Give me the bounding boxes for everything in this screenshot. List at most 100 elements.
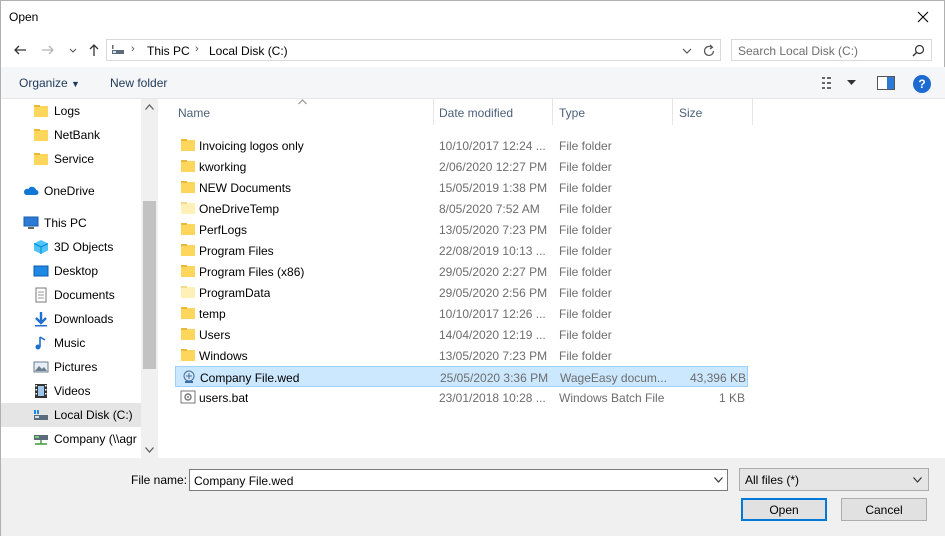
file-row[interactable]: NEW Documents 15/05/2019 1:38 PM File fold… <box>175 177 748 198</box>
nav-item-company-network-drive[interactable]: Company (\\agr <box>1 427 141 451</box>
column-header-name[interactable]: Name <box>178 99 210 125</box>
file-size: 1 KB <box>718 391 745 405</box>
file-row[interactable]: Windows 13/05/2020 7:23 PM File folder <box>175 345 748 366</box>
scroll-down-icon[interactable] <box>145 447 154 453</box>
new-folder-button[interactable]: New folder <box>110 76 167 90</box>
file-row[interactable]: kworking 2/06/2020 12:27 PM File folder <box>175 156 748 177</box>
file-type: File folder <box>559 160 612 174</box>
nav-item-netbank[interactable]: NetBank <box>1 123 141 147</box>
nav-item-3d-objects[interactable]: 3D Objects <box>1 235 141 259</box>
file-date-modified: 10/10/2017 12:26 ... <box>439 307 546 321</box>
back-arrow-icon <box>14 45 26 55</box>
nav-item-music[interactable]: Music <box>1 331 141 355</box>
chevron-down-icon <box>913 477 922 483</box>
chevron-down-icon: ▼ <box>71 79 80 89</box>
chevron-down-icon[interactable] <box>714 477 723 483</box>
column-divider[interactable] <box>433 99 434 125</box>
file-row[interactable]: users.bat 23/01/2018 10:28 ... Windows Bat… <box>175 387 748 408</box>
nav-item-local-disk[interactable]: Local Disk (C:) <box>1 403 141 427</box>
organize-label: Organize <box>19 76 68 90</box>
sort-ascending-icon <box>298 99 307 105</box>
address-dropdown-icon[interactable] <box>681 45 693 57</box>
file-date-modified: 14/04/2020 12:19 ... <box>439 328 546 342</box>
breadcrumb-local-disk[interactable]: Local Disk (C:) <box>209 44 288 58</box>
file-row[interactable]: temp 10/10/2017 12:26 ... File folder <box>175 303 748 324</box>
file-type: File folder <box>559 139 612 153</box>
command-bar: Organize ▼ New folder ? <box>1 67 945 99</box>
search-box[interactable] <box>731 39 932 61</box>
address-bar[interactable]: › This PC › Local Disk (C:) <box>106 39 721 61</box>
file-date-modified: 29/05/2020 2:56 PM <box>439 286 548 300</box>
search-input[interactable] <box>738 43 908 58</box>
file-name: Program Files <box>199 244 274 258</box>
column-divider[interactable] <box>752 99 753 125</box>
file-type-filter[interactable]: All files (*) <box>739 468 929 491</box>
file-row[interactable]: OneDriveTemp 8/05/2020 7:52 AM File folder <box>175 198 748 219</box>
up-button[interactable] <box>85 41 103 59</box>
file-date-modified: 29/05/2020 2:27 PM <box>439 265 548 279</box>
nav-item-documents[interactable]: Documents <box>1 283 141 307</box>
nav-item-pictures[interactable]: Pictures <box>1 355 141 379</box>
nav-item-service[interactable]: Service <box>1 147 141 171</box>
help-icon[interactable]: ? <box>913 75 931 93</box>
file-name: Program Files (x86) <box>199 265 305 279</box>
column-divider[interactable] <box>552 99 553 125</box>
scroll-up-icon[interactable] <box>145 104 154 110</box>
file-row[interactable]: Program Files 22/08/2019 10:13 ... File fo… <box>175 240 748 261</box>
file-row[interactable]: ProgramData 29/05/2020 2:56 PM File folder <box>175 282 748 303</box>
column-header-type[interactable]: Type <box>559 99 585 125</box>
file-type: File folder <box>559 286 612 300</box>
nav-item-label: NetBank <box>54 128 101 142</box>
nav-item-logs[interactable]: Logs <box>1 99 141 123</box>
file-row[interactable]: Users 14/04/2020 12:19 ... File folder <box>175 324 748 345</box>
breadcrumb-separator: › <box>131 43 135 55</box>
file-date-modified: 15/05/2019 1:38 PM <box>439 181 548 195</box>
file-name: kworking <box>199 160 247 174</box>
nav-item-downloads[interactable]: Downloads <box>1 307 141 331</box>
documents-icon <box>35 287 47 303</box>
file-date-modified: 22/08/2019 10:13 ... <box>439 244 546 258</box>
nav-item-onedrive[interactable]: OneDrive <box>1 179 141 203</box>
navigation-scrollbar[interactable] <box>141 99 158 458</box>
network-drive-icon <box>34 435 48 445</box>
file-name: users.bat <box>199 391 249 405</box>
forward-button[interactable] <box>39 41 57 59</box>
music-icon <box>35 336 46 350</box>
file-row[interactable]: Invoicing logos only 10/10/2017 12:24 ...… <box>175 135 748 156</box>
back-button[interactable] <box>11 41 29 59</box>
nav-item-desktop[interactable]: Desktop <box>1 259 141 283</box>
recent-locations-button[interactable] <box>64 41 82 59</box>
nav-item-label: 3D Objects <box>54 240 114 254</box>
scrollbar-thumb[interactable] <box>143 201 156 369</box>
file-type: WageEasy docum... <box>560 371 667 385</box>
open-button[interactable]: Open <box>741 498 827 521</box>
organize-menu[interactable]: Organize ▼ <box>19 76 80 90</box>
title-bar: Open <box>1 1 945 33</box>
folder-icon <box>34 153 48 165</box>
file-name: temp <box>199 307 226 321</box>
nav-item-this-pc[interactable]: This PC <box>1 211 141 235</box>
filename-combo[interactable] <box>189 469 728 491</box>
column-header-date[interactable]: Date modified <box>439 99 513 125</box>
folder-icon <box>34 105 48 117</box>
column-divider[interactable] <box>672 99 673 125</box>
cancel-button[interactable]: Cancel <box>841 498 927 521</box>
close-button[interactable] <box>900 1 945 33</box>
file-name: PerfLogs <box>199 223 248 237</box>
file-row[interactable]: Program Files (x86) 29/05/2020 2:27 PM Fil… <box>175 261 748 282</box>
breadcrumb-this-pc[interactable]: This PC <box>147 44 190 58</box>
view-options-icon[interactable] <box>822 77 838 89</box>
file-name: NEW Documents <box>199 181 292 195</box>
column-header-size[interactable]: Size <box>679 99 702 125</box>
nav-item-label: Videos <box>54 384 91 398</box>
filename-input[interactable] <box>194 473 704 488</box>
nav-item-videos[interactable]: Videos <box>1 379 141 403</box>
file-row[interactable]: Company File.wed 25/05/2020 3:36 PM WageEa… <box>175 366 748 387</box>
filename-label: File name: <box>131 473 188 487</box>
preview-pane-icon[interactable] <box>877 76 895 90</box>
file-row[interactable]: PerfLogs 13/05/2020 7:23 PM File folder <box>175 219 748 240</box>
refresh-icon[interactable] <box>701 43 717 59</box>
nav-item-label: Logs <box>54 104 81 118</box>
view-dropdown-icon[interactable] <box>847 79 856 86</box>
folder-icon <box>181 265 195 277</box>
